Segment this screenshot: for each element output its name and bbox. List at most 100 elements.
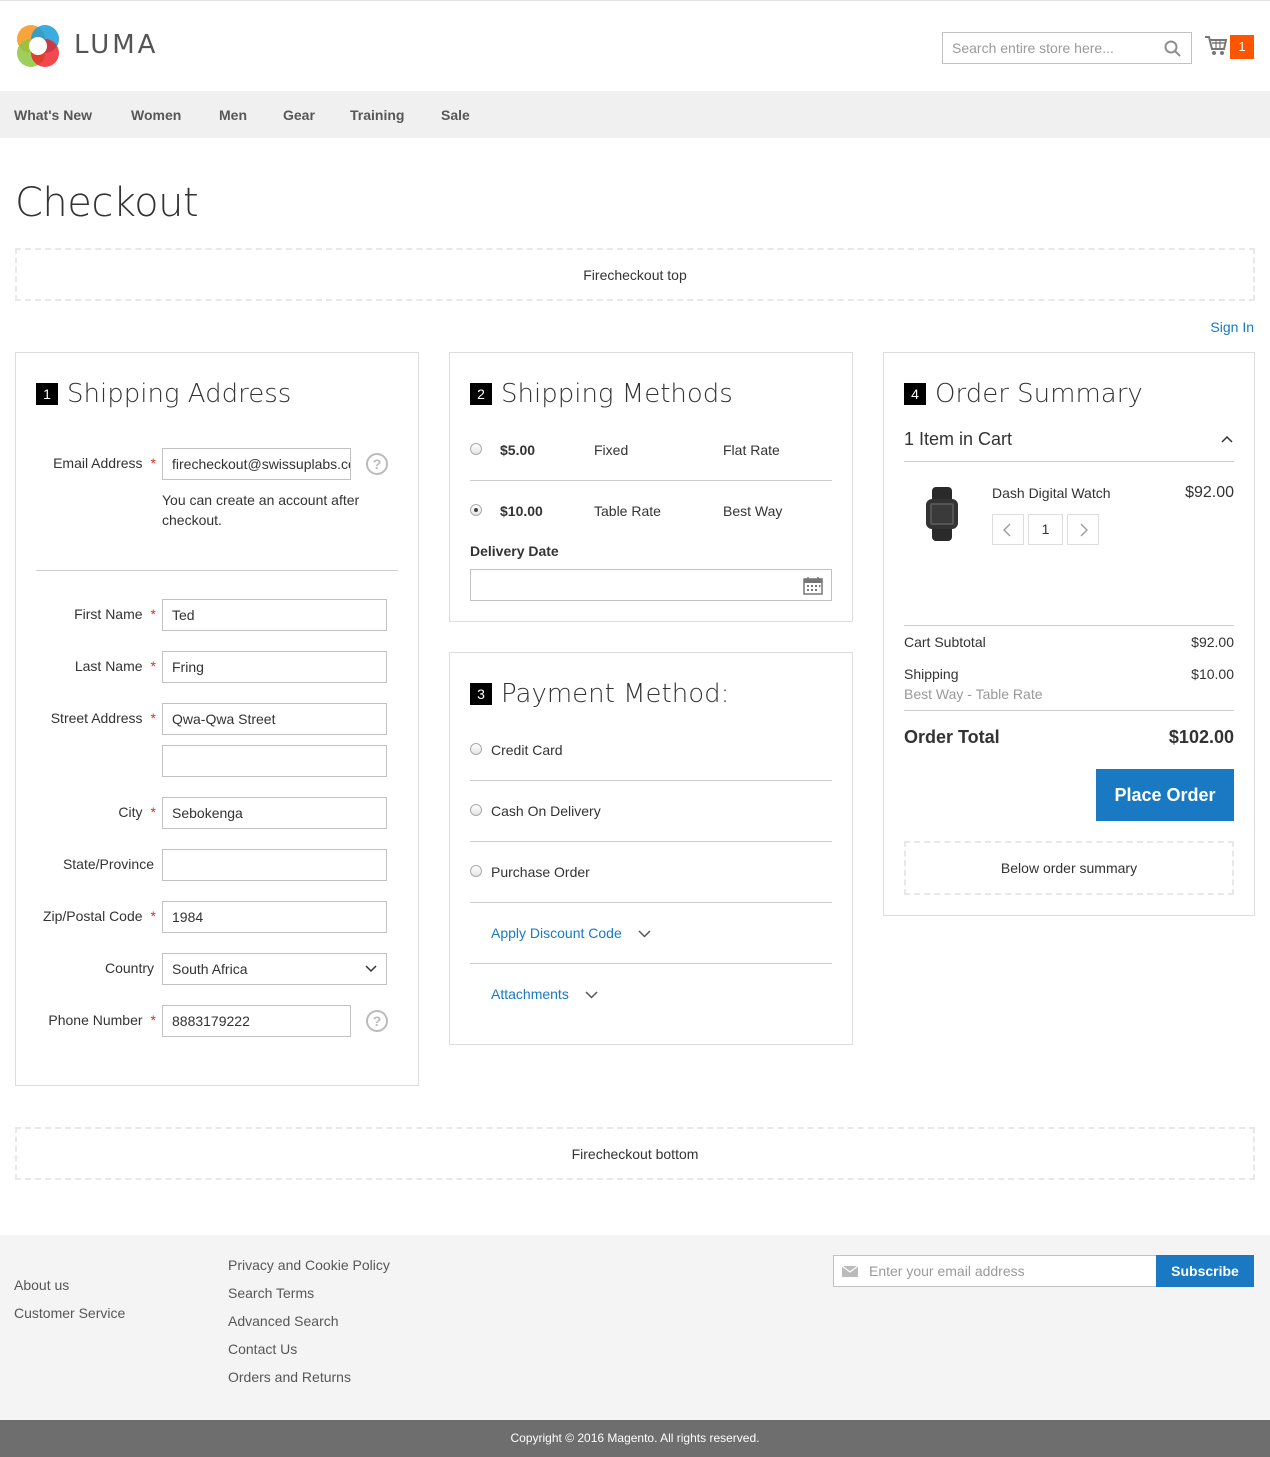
- shipping-address-heading: Shipping Address: [67, 379, 292, 409]
- last-name-label: Last Name *: [16, 658, 156, 674]
- luma-logo-icon[interactable]: [15, 23, 61, 69]
- apply-discount-link[interactable]: Apply Discount Code: [491, 925, 622, 941]
- footer-link-contact-us[interactable]: Contact Us: [228, 1341, 297, 1357]
- subscribe-button[interactable]: Subscribe: [1156, 1255, 1254, 1287]
- cart-count-badge[interactable]: 1: [1230, 35, 1254, 59]
- nav-item-training[interactable]: Training: [350, 107, 404, 123]
- payment-method-title: 3 Payment Method:: [470, 679, 729, 709]
- payment-radio-credit-card[interactable]: [470, 743, 482, 755]
- required-mark: *: [150, 658, 156, 674]
- payment-radio-purchase-order[interactable]: [470, 865, 482, 877]
- street-line2-field[interactable]: [162, 745, 387, 777]
- divider: [904, 710, 1234, 711]
- first-name-label: First Name *: [16, 606, 156, 622]
- footer-link-search-terms[interactable]: Search Terms: [228, 1285, 314, 1301]
- order-summary-heading: Order Summary: [935, 379, 1143, 409]
- envelope-icon: [842, 1266, 858, 1277]
- product-price: $92.00: [1185, 484, 1234, 501]
- shipping-label: Shipping: [904, 666, 959, 682]
- chevron-up-icon[interactable]: [1221, 435, 1233, 443]
- country-value: South Africa: [172, 961, 248, 977]
- footer-link-customer-service[interactable]: Customer Service: [14, 1305, 125, 1321]
- country-select[interactable]: South Africa: [162, 953, 387, 985]
- required-mark: *: [150, 606, 156, 622]
- payment-method-label[interactable]: Purchase Order: [491, 864, 590, 880]
- place-order-button[interactable]: Place Order: [1096, 769, 1234, 821]
- phone-label-text: Phone Number: [48, 1012, 143, 1028]
- zip-field[interactable]: [162, 901, 387, 933]
- below-order-summary-area: Below order summary: [904, 841, 1234, 895]
- shipping-rate-radio-flat[interactable]: [470, 443, 482, 455]
- delivery-date-field[interactable]: [470, 569, 832, 601]
- search-icon[interactable]: [1164, 40, 1182, 58]
- email-field[interactable]: [162, 448, 351, 480]
- footer-link-orders-returns[interactable]: Orders and Returns: [228, 1369, 351, 1385]
- payment-method-label[interactable]: Credit Card: [491, 742, 563, 758]
- street-field[interactable]: [162, 703, 387, 735]
- step-number: 1: [36, 383, 58, 405]
- required-mark: *: [150, 455, 156, 471]
- copyright: Copyright © 2016 Magento. All rights res…: [0, 1420, 1270, 1457]
- product-name: Dash Digital Watch: [992, 485, 1111, 501]
- first-name-field[interactable]: [162, 599, 387, 631]
- newsletter-box: [833, 1255, 1157, 1287]
- divider: [904, 625, 1234, 626]
- search-input[interactable]: [943, 33, 1153, 63]
- footer-link-privacy[interactable]: Privacy and Cookie Policy: [228, 1257, 390, 1273]
- nav-item-sale[interactable]: Sale: [441, 107, 470, 123]
- divider: [470, 480, 832, 481]
- nav-item-whats-new[interactable]: What's New: [14, 107, 92, 123]
- help-icon[interactable]: ?: [366, 1010, 388, 1032]
- order-summary-panel: 4 Order Summary 1 Item in Cart Dash Digi…: [883, 352, 1255, 916]
- order-total-label: Order Total: [904, 727, 1000, 747]
- logo-text[interactable]: LUMA: [74, 30, 158, 60]
- qty-increase-button[interactable]: [1067, 514, 1099, 545]
- shipping-methods-title: 2 Shipping Methods: [470, 379, 733, 409]
- delivery-date-label: Delivery Date: [470, 543, 559, 559]
- last-name-field[interactable]: [162, 651, 387, 683]
- cart-icon[interactable]: [1204, 35, 1228, 57]
- order-summary-title: 4 Order Summary: [904, 379, 1143, 409]
- divider: [36, 570, 398, 571]
- attachments-toggle[interactable]: Attachments: [491, 986, 598, 1002]
- payment-method-label[interactable]: Cash On Delivery: [491, 803, 601, 819]
- shipping-rate-radio-table[interactable]: [470, 504, 482, 516]
- footer-link-advanced-search[interactable]: Advanced Search: [228, 1313, 339, 1329]
- nav-item-women[interactable]: Women: [131, 107, 181, 123]
- shipping-value: $10.00: [1191, 666, 1234, 682]
- email-label-text: Email Address: [53, 455, 143, 471]
- step-number: 3: [470, 683, 492, 705]
- cart-subtotal-label: Cart Subtotal: [904, 634, 986, 650]
- attachments-link[interactable]: Attachments: [491, 986, 569, 1002]
- state-label: State/Province: [62, 856, 154, 872]
- calendar-icon[interactable]: [803, 576, 823, 595]
- nav-item-gear[interactable]: Gear: [283, 107, 315, 123]
- required-mark: *: [150, 710, 156, 726]
- required-mark: *: [150, 804, 156, 820]
- payment-radio-cash-on-delivery[interactable]: [470, 804, 482, 816]
- help-icon[interactable]: ?: [366, 453, 388, 475]
- items-in-cart-toggle[interactable]: 1 Item in Cart: [904, 429, 1012, 450]
- sign-in-link[interactable]: Sign In: [1210, 319, 1254, 335]
- firecheckout-bottom-area: Firecheckout bottom: [15, 1127, 1255, 1180]
- divider: [470, 902, 832, 903]
- footer-link-about-us[interactable]: About us: [14, 1277, 69, 1293]
- chevron-left-icon: [1003, 523, 1011, 537]
- last-name-label-text: Last Name: [74, 658, 143, 674]
- payment-method-panel: 3 Payment Method: Credit Card Cash On De…: [449, 652, 853, 1045]
- phone-field[interactable]: [162, 1005, 351, 1037]
- shipping-methods-heading: Shipping Methods: [501, 379, 733, 409]
- email-label: Email Address *: [16, 455, 156, 471]
- account-note: You can create an account after checkout…: [162, 492, 360, 528]
- rate-carrier: Best Way: [723, 503, 783, 519]
- product-thumbnail[interactable]: [918, 487, 966, 541]
- qty-decrease-button[interactable]: [992, 514, 1024, 545]
- nav-item-men[interactable]: Men: [219, 107, 247, 123]
- state-field[interactable]: [162, 849, 387, 881]
- apply-discount-toggle[interactable]: Apply Discount Code: [491, 925, 651, 941]
- city-field[interactable]: [162, 797, 387, 829]
- divider: [470, 963, 832, 964]
- newsletter-email-input[interactable]: [869, 1256, 1149, 1286]
- rate-method: Table Rate: [594, 503, 661, 519]
- qty-input[interactable]: 1: [1028, 514, 1063, 545]
